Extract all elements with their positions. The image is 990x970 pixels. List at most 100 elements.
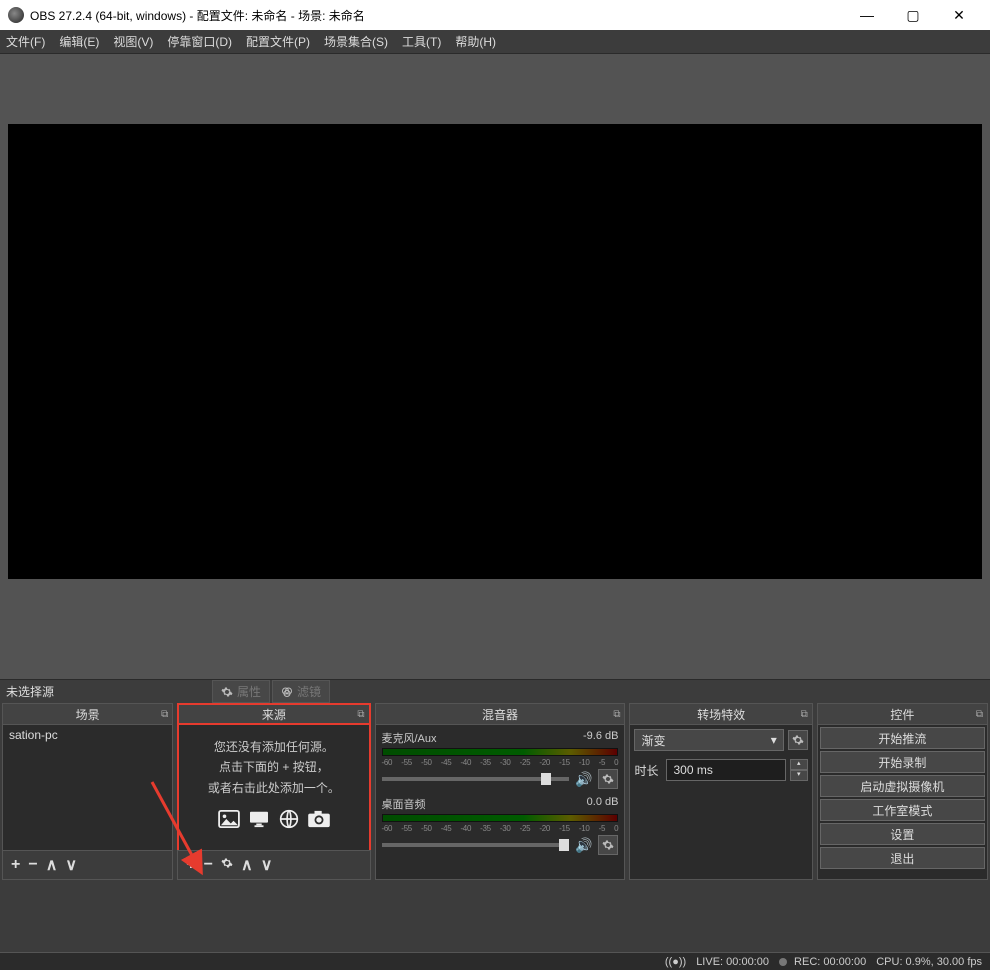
duration-label: 时长 xyxy=(634,762,662,779)
mixer-body: 麦克风/Aux -9.6 dB -60-55-50-45-40-35-30-25… xyxy=(375,725,626,880)
popout-icon[interactable]: ⧉ xyxy=(976,709,983,720)
hint-line3: 或者右击此处添加一个。 xyxy=(185,778,362,798)
duration-input[interactable]: 300 ms xyxy=(666,759,785,781)
obs-logo-icon xyxy=(8,7,24,23)
exit-button[interactable]: 退出 xyxy=(820,847,985,869)
mixer-dock: 混音器 ⧉ 麦克风/Aux -9.6 dB -60-55-50-45-40-35… xyxy=(375,703,626,880)
transition-type-value: 渐变 xyxy=(641,732,665,749)
transition-settings-button[interactable] xyxy=(788,730,808,750)
controls-header[interactable]: 控件 ⧉ xyxy=(817,703,988,725)
mixer-header[interactable]: 混音器 ⧉ xyxy=(375,703,626,725)
menu-edit[interactable]: 编辑(E) xyxy=(59,33,99,50)
globe-icon xyxy=(276,808,302,830)
scene-item[interactable]: sation-pc xyxy=(3,725,172,745)
sources-header[interactable]: 来源 ⧉ xyxy=(177,703,370,725)
sources-footer: + − ∧ ∨ xyxy=(177,850,370,880)
live-time: 00:00:00 xyxy=(726,956,769,968)
remove-source-button[interactable]: − xyxy=(204,856,213,874)
transitions-title: 转场特效 xyxy=(697,706,745,723)
spin-down-icon[interactable]: ▾ xyxy=(790,770,808,781)
scenes-header[interactable]: 场景 ⧉ xyxy=(2,703,173,725)
menu-view[interactable]: 视图(V) xyxy=(113,33,153,50)
controls-dock: 控件 ⧉ 开始推流 开始录制 启动虚拟摄像机 工作室模式 设置 退出 xyxy=(817,703,988,880)
studio-mode-button[interactable]: 工作室模式 xyxy=(820,799,985,821)
move-source-up-button[interactable]: ∧ xyxy=(241,855,253,875)
rec-label: REC: xyxy=(794,956,820,968)
speaker-icon[interactable]: 🔊 xyxy=(575,771,592,788)
duration-value: 300 ms xyxy=(673,763,712,777)
add-source-button[interactable]: + xyxy=(186,856,195,874)
add-scene-button[interactable]: + xyxy=(11,856,20,874)
menu-profile[interactable]: 配置文件(P) xyxy=(246,33,310,50)
camera-icon xyxy=(306,808,332,830)
chevron-down-icon: ▾ xyxy=(771,733,777,747)
menu-dock[interactable]: 停靠窗口(D) xyxy=(167,33,232,50)
move-scene-up-button[interactable]: ∧ xyxy=(46,855,58,875)
menu-tools[interactable]: 工具(T) xyxy=(402,33,441,50)
transitions-header[interactable]: 转场特效 ⧉ xyxy=(629,703,812,725)
maximize-button[interactable]: ▢ xyxy=(890,0,936,30)
close-button[interactable]: ✕ xyxy=(936,0,982,30)
popout-icon[interactable]: ⧉ xyxy=(161,709,168,720)
popout-icon[interactable]: ⧉ xyxy=(801,709,808,720)
mixer-channel-desktop: 桌面音频 0.0 dB -60-55-50-45-40-35-30-25-20-… xyxy=(376,791,625,857)
mic-volume-slider[interactable] xyxy=(382,777,570,781)
filters-button[interactable]: 滤镜 xyxy=(272,680,330,703)
image-icon xyxy=(216,808,242,830)
move-source-down-button[interactable]: ∨ xyxy=(261,855,273,875)
preview-area xyxy=(0,54,990,679)
hint-line1: 您还没有添加任何源。 xyxy=(185,737,362,757)
start-recording-button[interactable]: 开始录制 xyxy=(820,751,985,773)
desktop-scale: -60-55-50-45-40-35-30-25-20-15-10-50 xyxy=(382,824,619,833)
properties-label: 属性 xyxy=(237,683,261,700)
start-virtualcam-button[interactable]: 启动虚拟摄像机 xyxy=(820,775,985,797)
menu-help[interactable]: 帮助(H) xyxy=(455,33,496,50)
mixer-title: 混音器 xyxy=(482,706,518,723)
docks-row: 场景 ⧉ sation-pc + − ∧ ∨ 来源 ⧉ 您还没有添加任何源。 点… xyxy=(0,703,990,880)
popout-icon[interactable]: ⧉ xyxy=(613,709,620,720)
mixer-channel-mic: 麦克风/Aux -9.6 dB -60-55-50-45-40-35-30-25… xyxy=(376,725,625,791)
scenes-title: 场景 xyxy=(76,706,100,723)
preview-canvas[interactable] xyxy=(8,124,982,579)
network-icon: ((●)) xyxy=(665,956,686,968)
transitions-body: 渐变 ▾ 时长 300 ms ▴▾ xyxy=(629,725,812,880)
mic-settings-button[interactable] xyxy=(598,769,618,789)
desktop-db: 0.0 dB xyxy=(587,796,619,812)
menu-file[interactable]: 文件(F) xyxy=(6,33,45,50)
remove-scene-button[interactable]: − xyxy=(28,856,37,874)
cpu-status: CPU: 0.9%, 30.00 fps xyxy=(876,956,982,968)
desktop-meter xyxy=(382,814,619,822)
mic-db: -9.6 dB xyxy=(583,730,618,746)
mic-scale: -60-55-50-45-40-35-30-25-20-15-10-50 xyxy=(382,758,619,767)
rec-dot-icon xyxy=(779,958,787,966)
transitions-dock: 转场特效 ⧉ 渐变 ▾ 时长 300 ms ▴▾ xyxy=(629,703,812,880)
properties-button[interactable]: 属性 xyxy=(212,680,270,703)
menu-scene-collection[interactable]: 场景集合(S) xyxy=(324,33,388,50)
monitor-icon xyxy=(246,808,272,830)
minimize-button[interactable]: — xyxy=(844,0,890,30)
popout-icon[interactable]: ⧉ xyxy=(357,709,364,720)
transition-type-select[interactable]: 渐变 ▾ xyxy=(634,729,783,751)
rec-status: REC: 00:00:00 xyxy=(779,956,866,968)
source-settings-button[interactable] xyxy=(221,856,233,874)
spin-up-icon[interactable]: ▴ xyxy=(790,759,808,770)
window-title: OBS 27.2.4 (64-bit, windows) - 配置文件: 未命名… xyxy=(30,7,844,24)
duration-spinner[interactable]: ▴▾ xyxy=(790,759,808,781)
rec-time: 00:00:00 xyxy=(823,956,866,968)
desktop-settings-button[interactable] xyxy=(598,835,618,855)
status-bar: ((●)) LIVE: 00:00:00 REC: 00:00:00 CPU: … xyxy=(0,952,990,970)
desktop-volume-slider[interactable] xyxy=(382,843,570,847)
gear-icon xyxy=(221,686,233,698)
mic-name: 麦克风/Aux xyxy=(382,730,437,746)
start-streaming-button[interactable]: 开始推流 xyxy=(820,727,985,749)
sources-dock: 来源 ⧉ 您还没有添加任何源。 点击下面的 + 按钮， 或者右击此处添加一个。 … xyxy=(177,703,370,880)
speaker-icon[interactable]: 🔊 xyxy=(575,837,592,854)
filters-label: 滤镜 xyxy=(297,683,321,700)
settings-button[interactable]: 设置 xyxy=(820,823,985,845)
filters-icon xyxy=(281,686,293,698)
move-scene-down-button[interactable]: ∨ xyxy=(65,855,77,875)
controls-body: 开始推流 开始录制 启动虚拟摄像机 工作室模式 设置 退出 xyxy=(817,725,988,880)
selected-source-label: 未选择源 xyxy=(6,683,212,700)
desktop-name: 桌面音频 xyxy=(382,796,426,812)
sources-hint-icons xyxy=(179,808,368,830)
